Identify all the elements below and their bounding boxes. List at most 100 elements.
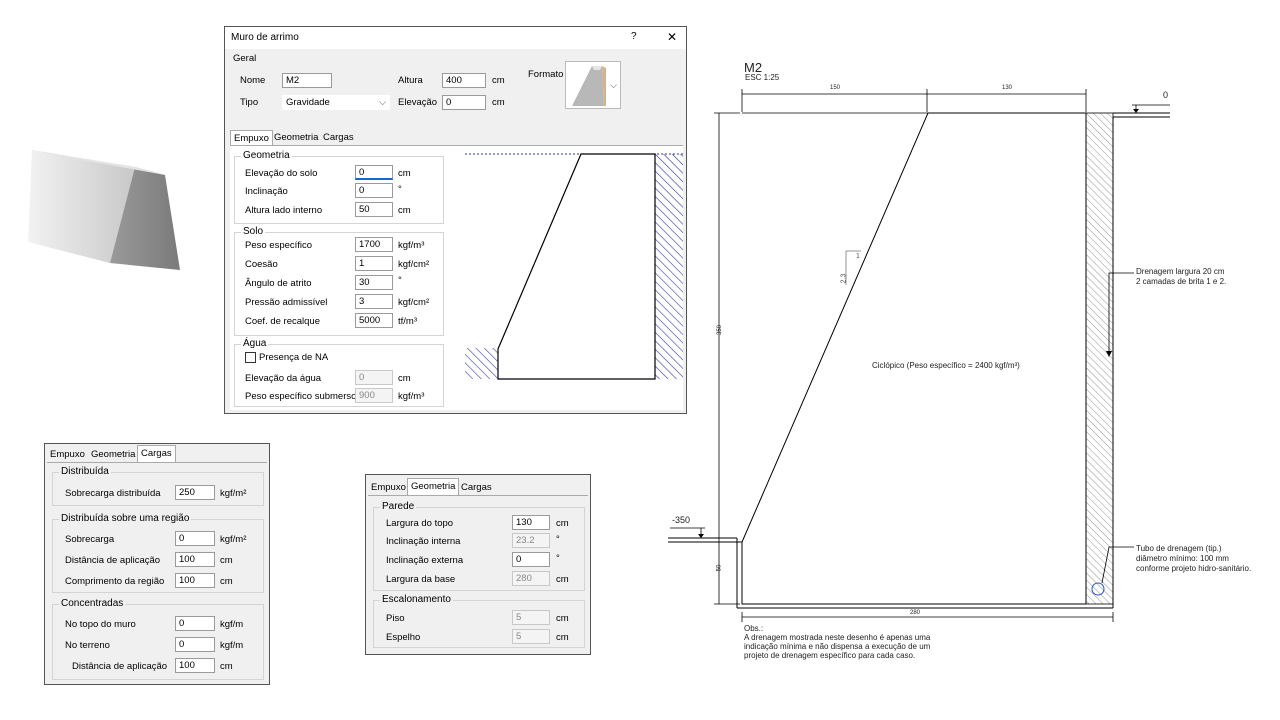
regiao-row-unit: cm <box>220 576 233 587</box>
comprimento-regiao-input[interactable]: 100 <box>175 573 215 588</box>
obs-2: A drenagem mostrada neste desenho é apen… <box>744 633 931 642</box>
altura-interno-input[interactable]: 50 <box>355 202 393 217</box>
elevacao-label: Elevação <box>398 97 438 108</box>
tab-cargas[interactable]: Cargas <box>320 130 357 145</box>
escalonamento-row-unit: cm <box>556 613 569 624</box>
tipo-label: Tipo <box>240 97 259 108</box>
largura-topo-input[interactable]: 130 <box>512 515 550 530</box>
dialog-title: Muro de arrimo <box>231 32 299 43</box>
tipo-value: Gravidade <box>286 97 330 108</box>
dim-base: 280 <box>910 610 921 616</box>
drain-note-2: 2 camadas de brita 1 e 2. <box>1136 277 1227 286</box>
tab-empuxo[interactable]: Empuxo <box>368 480 409 495</box>
sobrecarga-input[interactable]: 0 <box>175 531 215 546</box>
tube-note-3: conforme projeto hidro-sanitário. <box>1136 564 1252 573</box>
regiao-row-label: Sobrecarga <box>65 534 115 545</box>
tab-geometria[interactable]: Geometria <box>271 130 321 145</box>
distancia-aplicacao-input[interactable]: 100 <box>175 552 215 567</box>
inclinacao-interna-input[interactable]: 23.2 <box>512 533 550 548</box>
elevacao-solo-input[interactable]: 0 <box>355 165 393 180</box>
regiao-row-label: Comprimento da região <box>65 576 165 587</box>
inclinacao-externa-input[interactable]: 0 <box>512 552 550 567</box>
tab-geometria[interactable]: Geometria <box>407 478 460 495</box>
tab-empuxo[interactable]: Empuxo <box>47 447 88 462</box>
tab-empuxo[interactable]: Empuxo <box>230 130 273 145</box>
geometria-title: Geometria <box>241 150 292 161</box>
solo-row-unit: tf/m³ <box>398 316 417 327</box>
parede-row-unit: ° <box>556 553 560 564</box>
angulo-atrito-input[interactable]: 30 <box>355 275 393 290</box>
tab-cargas[interactable]: Cargas <box>137 445 176 462</box>
tab-cargas[interactable]: Cargas <box>458 480 495 495</box>
largura-base-input[interactable]: 280 <box>512 571 550 586</box>
escalonamento-row-label: Piso <box>386 613 405 624</box>
sobrecarga-distribuida-input[interactable]: 250 <box>175 485 215 500</box>
drawing-scale: ESC 1:25 <box>745 73 780 82</box>
geom-row-unit: cm <box>398 205 411 216</box>
tipo-select[interactable]: Gravidade ⌵ <box>282 95 390 110</box>
distancia-concentrada-input[interactable]: 100 <box>175 658 215 673</box>
parede-title: Parede <box>380 501 417 512</box>
regiao-title: Distribuída sobre uma região <box>59 513 192 524</box>
close-button[interactable]: ✕ <box>667 30 677 44</box>
elevacao-input[interactable]: 0 <box>442 95 486 110</box>
geom-row-unit: cm <box>398 168 411 179</box>
regiao-row-label: Distância de aplicação <box>65 555 161 566</box>
solo-row-label: Ângulo de atrito <box>245 278 312 289</box>
elevacao-agua-input[interactable]: 0 <box>355 370 393 385</box>
level-top: 0 <box>1163 90 1169 100</box>
concentradas-row-label: Distância de aplicação <box>72 661 168 672</box>
dim-top-right: 130 <box>1002 85 1013 91</box>
formato-select[interactable]: ⌵ <box>565 61 621 109</box>
material-label: Ciclópico (Peso específico = 2400 kgf/m³… <box>872 361 1020 370</box>
peso-especifico-input[interactable]: 1700 <box>355 237 393 252</box>
elevacao-unit: cm <box>492 97 505 108</box>
pressao-admissivel-input[interactable]: 3 <box>355 294 393 309</box>
section-preview <box>465 153 683 380</box>
regiao-row-unit: kgf/m² <box>220 534 247 545</box>
piso-input[interactable]: 5 <box>512 610 550 625</box>
concentradas-row-unit: kgf/m <box>220 619 244 630</box>
topo-muro-input[interactable]: 0 <box>175 616 215 631</box>
technical-drawing: M2 ESC 1:25 150 130 350 50 280 0 -350 1 … <box>660 55 1280 675</box>
coef-recalque-input[interactable]: 5000 <box>355 313 393 328</box>
tab-geometria[interactable]: Geometria <box>88 447 138 462</box>
dim-top-left: 150 <box>830 85 841 91</box>
slope-2: 2.3 <box>840 273 848 284</box>
geral-group: Geral Nome M2 Tipo Gravidade ⌵ Altura 40… <box>230 53 683 121</box>
solo-row-unit: kgf/cm² <box>398 297 430 308</box>
distribuida-title: Distribuída <box>59 466 111 477</box>
concentradas-row-label: No topo do muro <box>65 619 136 630</box>
nome-input[interactable]: M2 <box>282 73 332 88</box>
regiao-row-unit: cm <box>220 555 233 566</box>
escalonamento-row-unit: cm <box>556 632 569 643</box>
solo-row-label: Coef. de recalque <box>245 316 320 327</box>
concentradas-title: Concentradas <box>59 598 126 609</box>
espelho-input[interactable]: 5 <box>512 629 550 644</box>
presenca-na-label: Presença de NA <box>259 352 329 363</box>
tab-divider <box>47 462 267 463</box>
altura-input[interactable]: 400 <box>442 73 486 88</box>
concentradas-row-label: No terreno <box>65 640 110 651</box>
solo-row-unit: kgf/m³ <box>398 240 425 251</box>
solo-title: Solo <box>241 226 266 237</box>
no-terreno-input[interactable]: 0 <box>175 637 215 652</box>
obs-3: indicação mínima e não dispensa a execuç… <box>744 642 931 651</box>
concentradas-row-unit: kgf/m <box>220 640 244 651</box>
peso-submerso-input[interactable]: 900 <box>355 388 393 403</box>
help-button[interactable]: ? <box>631 31 637 42</box>
drain-note-1: Drenagem largura 20 cm <box>1136 267 1225 276</box>
concentradas-row-unit: cm <box>220 661 233 672</box>
solo-row-label: Peso específico <box>245 240 313 251</box>
chevron-down-icon: ⌵ <box>610 80 617 90</box>
agua-row-label: Elevação da água <box>245 373 322 384</box>
inclinacao-input[interactable]: 0 <box>355 183 393 198</box>
wall-dialog: Muro de arrimo ? ✕ Geral Nome M2 Tipo Gr… <box>224 26 687 414</box>
altura-label: Altura <box>398 75 423 86</box>
formato-label: Formato <box>528 69 564 80</box>
tab-divider <box>368 495 588 496</box>
coesao-input[interactable]: 1 <box>355 256 393 271</box>
tube-note-2: diâmetro mínimo: 100 mm <box>1136 554 1229 563</box>
sobrecarga-distribuida-label: Sobrecarga distribuída <box>65 488 161 499</box>
presenca-na-checkbox[interactable] <box>245 352 256 363</box>
